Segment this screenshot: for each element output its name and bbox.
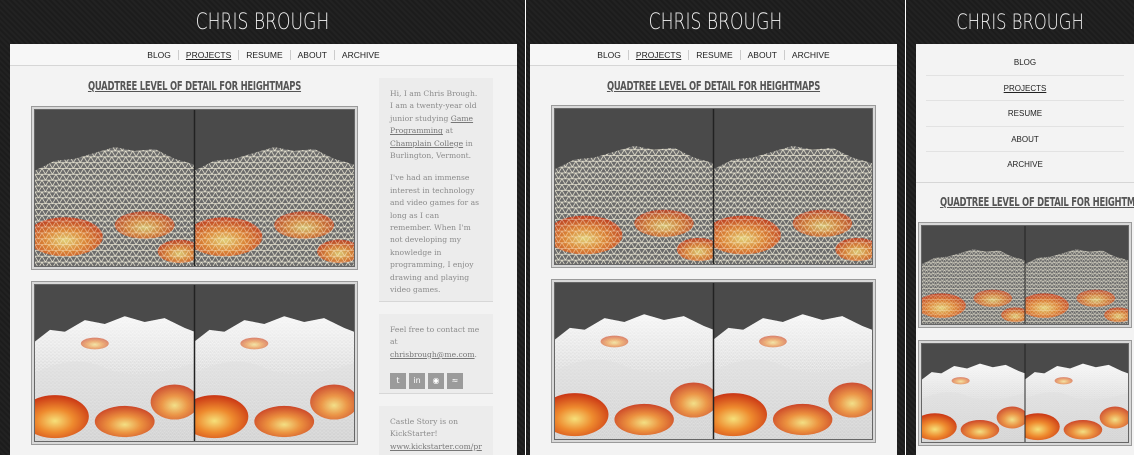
wireframe-terrain-image <box>555 109 872 264</box>
divider <box>916 182 1134 183</box>
page-container: BLOG PROJECTS RESUME ABOUT ARCHIVE QUADT… <box>10 44 517 455</box>
contact-text: Feel free to contact me at <box>390 325 480 347</box>
wireframe-terrain-image <box>922 226 1128 324</box>
post-title[interactable]: QUADTREE LEVEL OF DETAIL FOR HEIGHTMAPS <box>67 79 322 93</box>
screenshot-wireframe[interactable] <box>551 105 876 268</box>
nav-item-blog[interactable]: BLOG <box>926 50 1124 76</box>
nav-item-blog[interactable]: BLOG <box>140 50 178 60</box>
intro-text-2: at <box>442 126 453 136</box>
nav-item-about[interactable]: ABOUT <box>926 127 1124 152</box>
screenshot-solid[interactable] <box>551 279 876 443</box>
castle-text: Castle Story is on KickStarter! <box>390 417 458 439</box>
nav-item-about[interactable]: ABOUT <box>739 49 784 60</box>
social-icons: t in ◉ ≈ <box>390 373 482 390</box>
nav-item-projects[interactable]: PROJECTS <box>627 49 688 60</box>
nav-item-resume[interactable]: RESUME <box>238 49 289 60</box>
rss-icon[interactable]: ≈ <box>447 373 463 390</box>
champlain-link[interactable]: Champlain College <box>390 139 463 148</box>
wireframe-terrain-image <box>35 110 354 266</box>
kickstarter-link[interactable]: www.kickstarter.com/pr <box>390 442 482 451</box>
interest-text: I've had an immense interest in technolo… <box>390 173 479 295</box>
nav-item-archive[interactable]: ARCHIVE <box>926 152 1124 178</box>
nav-item-blog[interactable]: BLOG <box>590 50 628 60</box>
nav-item-resume[interactable]: RESUME <box>688 49 739 60</box>
tablet-view: CHRIS BROUGH BLOG PROJECTS RESUME ABOUT … <box>526 0 905 455</box>
about-box: Hi, I am Chris Brough. I am a twenty-yea… <box>379 78 493 302</box>
contact-box: Feel free to contact me at chrisbrough@m… <box>379 314 493 394</box>
nav-item-archive[interactable]: ARCHIVE <box>333 49 387 60</box>
mobile-view: CHRIS BROUGH BLOG PROJECTS RESUME ABOUT … <box>906 0 1134 455</box>
nav-item-about[interactable]: ABOUT <box>289 49 334 60</box>
site-title[interactable]: CHRIS BROUGH <box>58 10 468 35</box>
desktop-view: CHRIS BROUGH BLOG PROJECTS RESUME ABOUT … <box>0 0 525 455</box>
screenshot-wireframe[interactable] <box>918 222 1132 328</box>
nav-item-archive[interactable]: ARCHIVE <box>783 49 837 60</box>
site-title[interactable]: CHRIS BROUGH <box>568 10 864 35</box>
nav-bar: BLOG PROJECTS RESUME ABOUT ARCHIVE <box>530 44 897 66</box>
vertical-nav: BLOG PROJECTS RESUME ABOUT ARCHIVE <box>916 44 1134 178</box>
nav-item-projects[interactable]: PROJECTS <box>177 49 238 60</box>
solid-terrain-image <box>555 283 872 439</box>
post-title[interactable]: QUADTREE LEVEL OF DETAIL FOR HEIGHTMAPS <box>587 79 841 93</box>
twitter-icon[interactable]: t <box>390 373 406 390</box>
screenshot-solid[interactable] <box>918 340 1132 446</box>
site-title[interactable]: CHRIS BROUGH <box>931 10 1109 34</box>
post-title[interactable]: QUADTREE LEVEL OF DETAIL FOR HEIGHTMAPS <box>940 195 1134 209</box>
github-icon[interactable]: ◉ <box>428 373 444 390</box>
solid-terrain-image <box>922 344 1128 442</box>
email-link[interactable]: chrisbrough@me.com <box>390 350 475 359</box>
nav-item-projects[interactable]: PROJECTS <box>926 76 1124 101</box>
linkedin-icon[interactable]: in <box>409 373 425 390</box>
nav-bar: BLOG PROJECTS RESUME ABOUT ARCHIVE <box>10 44 517 66</box>
contact-period: . <box>474 349 477 359</box>
nav-item-resume[interactable]: RESUME <box>926 101 1124 127</box>
screenshot-solid[interactable] <box>31 281 358 445</box>
page-container: BLOG PROJECTS RESUME ABOUT ARCHIVE QUADT… <box>530 44 897 455</box>
solid-terrain-image <box>35 285 354 441</box>
castle-story-box: Castle Story is on KickStarter! www.kicks… <box>379 406 493 455</box>
screenshot-wireframe[interactable] <box>31 106 358 270</box>
page-container: BLOG PROJECTS RESUME ABOUT ARCHIVE QUADT… <box>916 44 1134 455</box>
